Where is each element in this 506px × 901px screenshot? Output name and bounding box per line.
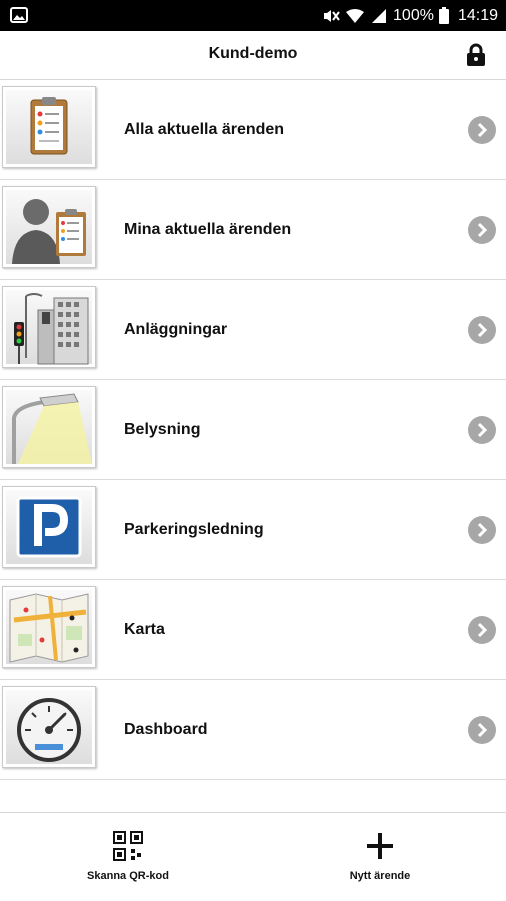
battery-icon [438, 7, 449, 24]
chevron-right-icon [468, 516, 496, 549]
menu-item-mina-aktuella-arenden[interactable]: Mina aktuella ärenden [0, 180, 506, 280]
wifi-icon [345, 8, 365, 24]
menu-item-label: Alla aktuella ärenden [124, 120, 285, 138]
qr-code-icon [113, 831, 143, 866]
clipboard-icon [2, 86, 96, 168]
map-icon [2, 586, 96, 668]
new-case-button[interactable]: Nytt ärende [300, 813, 460, 901]
menu-item-label: Karta [124, 620, 165, 638]
chevron-right-icon [468, 716, 496, 749]
plus-icon [365, 831, 395, 866]
menu-item-label: Dashboard [124, 720, 208, 738]
menu-item-dashboard[interactable]: Dashboard [0, 680, 506, 780]
lock-icon[interactable] [466, 43, 486, 72]
city-traffic-icon [2, 286, 96, 368]
mute-icon [322, 8, 340, 24]
gauge-icon [2, 686, 96, 768]
menu-item-label: Parkeringsledning [124, 520, 264, 538]
chevron-right-icon [468, 216, 496, 249]
app-header: Kund-demo [0, 31, 506, 80]
street-lamp-icon [2, 386, 96, 468]
chevron-right-icon [468, 416, 496, 449]
clock-text: 14:19 [457, 6, 498, 24]
person-clipboard-icon [2, 186, 96, 268]
bottom-action-bar: Skanna QR-kod Nytt ärende [0, 812, 506, 901]
menu-list: Alla aktuella ärenden Mina aktuella ären… [0, 80, 506, 780]
new-case-label: Nytt ärende [349, 870, 411, 882]
image-notification-icon [10, 7, 28, 28]
signal-icon [370, 8, 388, 24]
parking-icon [2, 486, 96, 568]
menu-item-label: Belysning [124, 420, 201, 438]
menu-item-label: Anläggningar [124, 320, 228, 338]
menu-item-parkeringsledning[interactable]: Parkeringsledning [0, 480, 506, 580]
chevron-right-icon [468, 616, 496, 649]
status-bar: 100% 14:19 [0, 0, 506, 31]
scan-qr-button[interactable]: Skanna QR-kod [48, 813, 208, 901]
scan-qr-label: Skanna QR-kod [87, 870, 169, 882]
chevron-right-icon [468, 316, 496, 349]
page-title: Kund-demo [208, 45, 298, 62]
chevron-right-icon [468, 116, 496, 149]
menu-item-label: Mina aktuella ärenden [124, 220, 292, 238]
menu-item-karta[interactable]: Karta [0, 580, 506, 680]
menu-item-alla-aktuella-arenden[interactable]: Alla aktuella ärenden [0, 80, 506, 180]
menu-item-belysning[interactable]: Belysning [0, 380, 506, 480]
battery-text: 100% [393, 6, 434, 24]
menu-item-anlaggningar[interactable]: Anläggningar [0, 280, 506, 380]
